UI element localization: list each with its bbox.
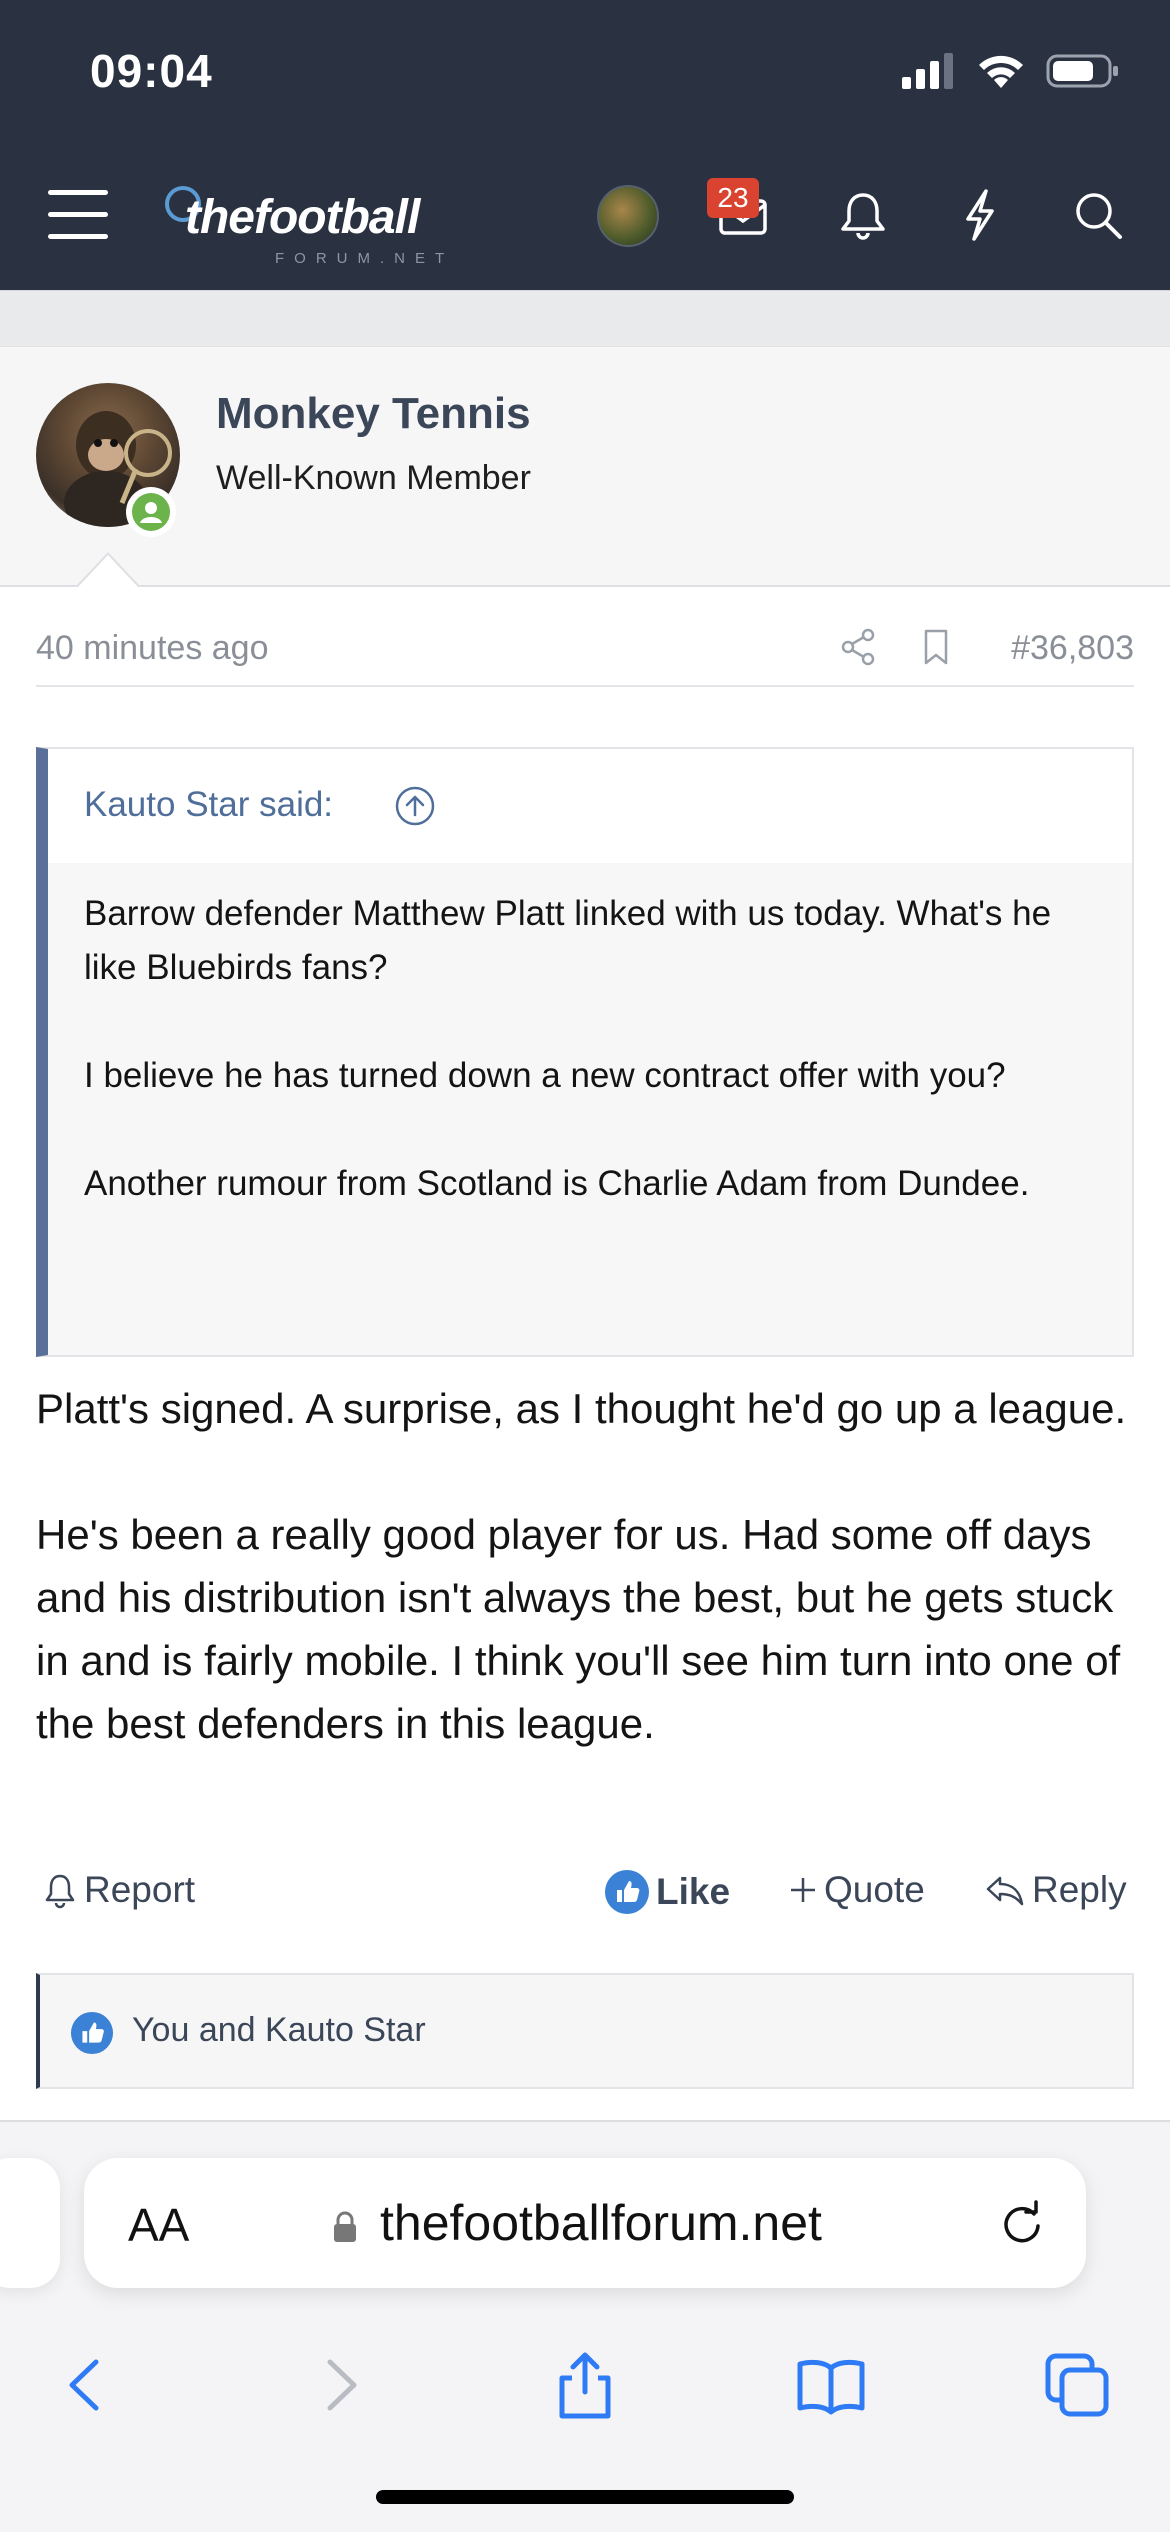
report-button[interactable]: Report (42, 1869, 195, 1911)
bell-icon[interactable] (833, 185, 893, 245)
post-paragraph: Platt's signed. A surprise, as I thought… (36, 1385, 1127, 1432)
tabs-icon[interactable] (1040, 2348, 1114, 2422)
author-title: Well-Known Member (216, 459, 531, 497)
reactions-bar[interactable]: You and Kauto Star (36, 1973, 1134, 2089)
forum-post: Monkey Tennis Well-Known Member 40 minut… (0, 346, 1170, 2122)
battery-icon (1046, 54, 1118, 88)
quote-header: Kauto Star said: (48, 749, 1132, 863)
jump-to-quote-icon[interactable] (394, 785, 436, 827)
logo-text: thefootball (185, 191, 420, 244)
bookmarks-icon[interactable] (794, 2348, 868, 2422)
back-icon[interactable] (50, 2348, 124, 2422)
cellular-signal-icon (902, 53, 953, 89)
quote-paragraph: I believe he has turned down a new contr… (84, 1056, 1006, 1095)
thumbs-up-icon (70, 2011, 114, 2055)
site-logo[interactable]: thefootball FORUM.NET (165, 172, 465, 267)
thumbs-up-icon (605, 1870, 649, 1914)
reply-button[interactable]: Reply (982, 1869, 1127, 1911)
like-button[interactable]: Like (604, 1869, 730, 1915)
bookmark-icon[interactable] (916, 625, 956, 669)
bell-report-icon (45, 1874, 75, 1909)
reply-label: Reply (1032, 1869, 1127, 1910)
account-avatar[interactable] (597, 185, 659, 247)
reply-arrow-icon (986, 1876, 1024, 1906)
home-indicator[interactable] (376, 2490, 794, 2504)
post-number[interactable]: #36,803 (1011, 629, 1134, 668)
lightning-icon[interactable] (950, 185, 1010, 245)
quote-body: Barrow defender Matthew Platt linked wit… (84, 887, 1104, 1265)
app-header: 09:04 thefootball FORUM.NET 23 (0, 0, 1170, 290)
header-divider (0, 290, 1170, 346)
search-icon[interactable] (1068, 185, 1128, 245)
post-actions: Report Like Quote Reply (36, 1855, 1134, 1935)
inbox-badge: 23 (707, 178, 759, 218)
share-icon[interactable] (836, 625, 880, 669)
post-body: Platt's signed. A surprise, as I thought… (36, 1377, 1146, 1818)
reader-options-button[interactable]: AA (128, 2198, 189, 2252)
post-time[interactable]: 40 minutes ago (36, 629, 269, 668)
lock-icon (334, 2211, 356, 2242)
reactions-text[interactable]: You and Kauto Star (132, 2011, 426, 2050)
share-sheet-icon[interactable] (548, 2348, 622, 2422)
quote-author[interactable]: Kauto Star said: (84, 785, 333, 825)
like-label: Like (656, 1871, 731, 1912)
address-bar[interactable]: AA thefootballforum.net (84, 2158, 1086, 2288)
menu-icon[interactable] (48, 190, 108, 240)
browser-chrome: AA thefootballforum.net (0, 2122, 1170, 2532)
nav-row: thefootball FORUM.NET 23 (0, 160, 1170, 270)
forward-icon[interactable] (302, 2348, 376, 2422)
status-icons (902, 52, 1120, 90)
post-author[interactable]: Monkey Tennis (216, 389, 531, 439)
logo-subtext: FORUM.NET (275, 250, 455, 267)
status-time: 09:04 (90, 45, 213, 97)
browser-toolbar (0, 2318, 1170, 2448)
quote-paragraph: Another rumour from Scotland is Charlie … (84, 1164, 1030, 1203)
reload-icon[interactable] (994, 2196, 1050, 2252)
post-meta: 40 minutes ago #36,803 (36, 617, 1134, 687)
post-paragraph: He's been a really good player for us. H… (36, 1511, 1121, 1747)
plus-icon (791, 1878, 815, 1902)
quote-paragraph: Barrow defender Matthew Platt linked wit… (84, 894, 1052, 987)
url-text[interactable]: thefootballforum.net (380, 2194, 822, 2252)
quote-label: Quote (824, 1869, 925, 1910)
wifi-icon (979, 55, 1023, 88)
previous-tab-peek[interactable] (0, 2158, 60, 2288)
report-label: Report (84, 1869, 196, 1910)
online-status-icon (126, 487, 176, 537)
quote-block: Kauto Star said: Barrow defender Matthew… (36, 747, 1134, 1357)
post-user-block: Monkey Tennis Well-Known Member (0, 347, 1170, 587)
quote-button[interactable]: Quote (788, 1869, 925, 1911)
